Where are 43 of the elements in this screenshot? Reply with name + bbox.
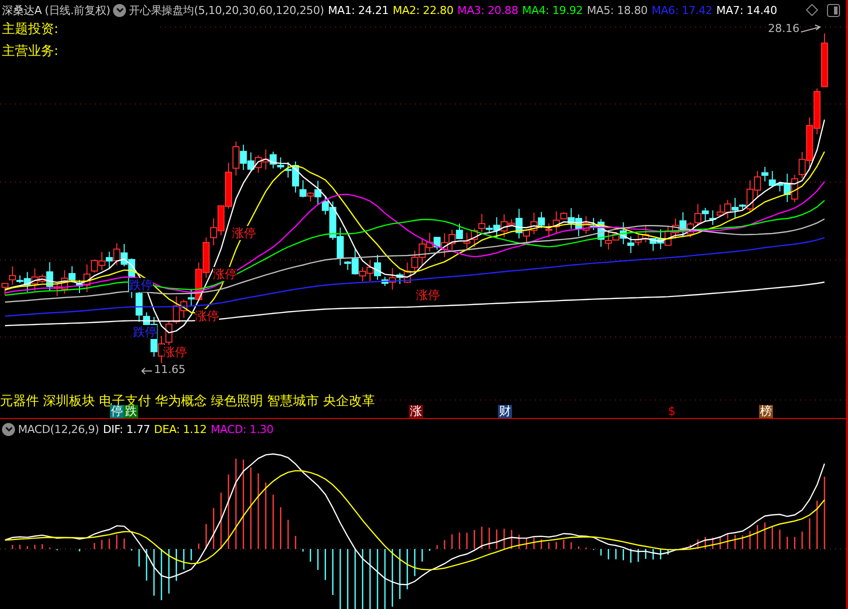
info-label: 主题投资: (2, 21, 58, 38)
ma-value: MA5: 18.80 (586, 4, 648, 16)
period-label: (日线.前复权) (44, 2, 110, 18)
panel-toggle-icon[interactable] (827, 4, 840, 16)
limit-label: 跌停 (133, 325, 157, 339)
limit-label: 涨停 (213, 267, 237, 281)
ma-value: MA2: 22.80 (392, 4, 454, 16)
diamond-icon[interactable] (806, 4, 818, 16)
concept-tag[interactable]: 智慧城市 (267, 392, 319, 410)
dropdown-icon[interactable] (113, 4, 126, 16)
concept-tag[interactable]: 深圳板块 (43, 392, 95, 410)
macd-value: DEA: 1.12 (154, 422, 207, 436)
concept-tag[interactable]: 央企改革 (323, 392, 375, 410)
limit-label: 涨停 (232, 226, 256, 240)
concept-tag[interactable]: 绿色照明 (211, 392, 263, 410)
event-badge[interactable]: 榜 (759, 405, 773, 418)
limit-label: 涨停 (195, 309, 219, 323)
ma-value: MA6: 17.42 (652, 4, 712, 16)
info-label: 主营业务: (2, 43, 58, 60)
limit-label: 涨停 (163, 345, 187, 359)
ma-value: MA1: 24.21 (328, 4, 389, 16)
event-badge[interactable]: 财 (498, 405, 512, 418)
low-price-label: 11.65 (154, 363, 186, 376)
limit-label: 涨停 (416, 288, 440, 302)
arrow-icon (141, 366, 153, 376)
event-badge[interactable]: 涨 (409, 405, 423, 418)
macd-value: MACD: 1.30 (210, 422, 274, 436)
concept-tag[interactable]: 华为概念 (155, 392, 207, 410)
macd-value: DIF: 1.77 (102, 422, 150, 436)
concept-tag[interactable]: 元器件 (0, 392, 39, 410)
event-badge[interactable]: 跌 (124, 405, 138, 418)
indicator-name: MACD(12,26,9) (18, 422, 99, 436)
arrow-icon (800, 24, 822, 34)
ma-value: MA3: 20.88 (457, 4, 518, 16)
event-badge[interactable]: $ (667, 405, 677, 418)
stock-title: 深桑达A (2, 2, 42, 18)
limit-label: 跌停 (129, 278, 153, 292)
ma-value: MA7: 14.40 (716, 4, 777, 16)
high-price-label: 28.16 (768, 22, 800, 35)
indicator-name: 开心果操盘均(5,10,20,30,60,120,250) (129, 2, 324, 18)
ma-value: MA4: 19.92 (522, 4, 583, 16)
dropdown-icon[interactable] (2, 422, 15, 436)
event-badge[interactable]: 停 (110, 405, 124, 418)
